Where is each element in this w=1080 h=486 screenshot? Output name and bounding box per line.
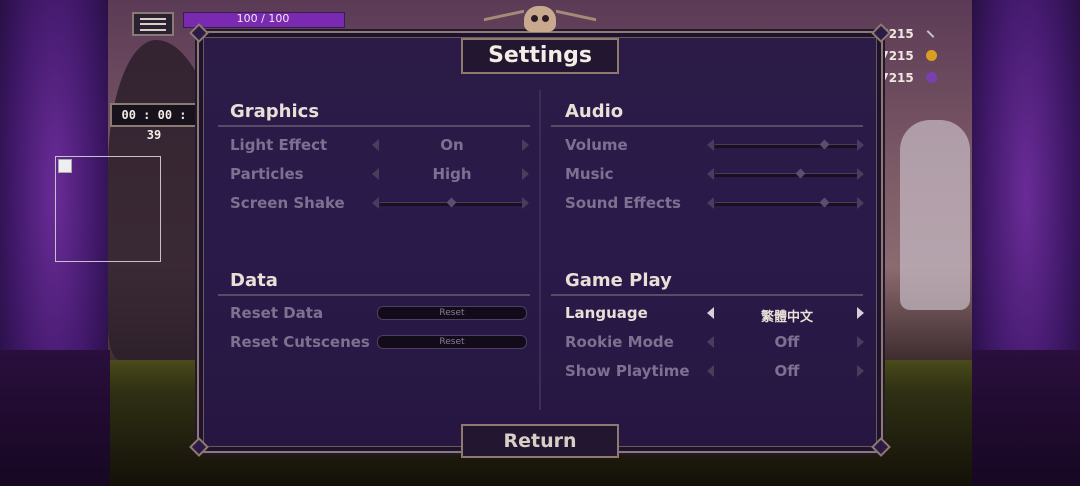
show-playtime-value: Off bbox=[774, 362, 800, 380]
language-value: 繁體中文 bbox=[760, 310, 813, 325]
language-prev-arrow-icon[interactable] bbox=[707, 307, 714, 319]
light-effect-value: On bbox=[440, 136, 464, 154]
reset-cutscenes-button[interactable]: Reset bbox=[377, 335, 527, 349]
rookie-mode-value: Off bbox=[774, 333, 800, 351]
section-rule bbox=[551, 294, 863, 296]
menu-line-icon bbox=[140, 28, 166, 31]
section-rule bbox=[551, 125, 863, 127]
section-rule bbox=[218, 125, 530, 127]
rookie-mode-label: Rookie Mode bbox=[565, 333, 674, 351]
light-effect-next-arrow-icon[interactable] bbox=[522, 139, 529, 151]
screen-shake-increase-arrow-icon[interactable] bbox=[522, 197, 529, 209]
music-label: Music bbox=[565, 165, 614, 183]
particles-value: High bbox=[432, 165, 472, 183]
section-heading-data: Data bbox=[230, 270, 278, 291]
music-decrease-arrow-icon[interactable] bbox=[707, 168, 714, 180]
light-effect-prev-arrow-icon[interactable] bbox=[372, 139, 379, 151]
volume-label: Volume bbox=[565, 136, 628, 154]
rock-pillar-background bbox=[900, 120, 970, 310]
health-text: 100 / 100 bbox=[236, 12, 290, 25]
particles-prev-arrow-icon[interactable] bbox=[372, 168, 379, 180]
volume-increase-arrow-icon[interactable] bbox=[857, 139, 864, 151]
screen-shake-label: Screen Shake bbox=[230, 194, 345, 212]
volume-decrease-arrow-icon[interactable] bbox=[707, 139, 714, 151]
sound-effects-decrease-arrow-icon[interactable] bbox=[707, 197, 714, 209]
menu-line-icon bbox=[140, 23, 166, 25]
broken-image-placeholder bbox=[55, 156, 161, 262]
language-label: Language bbox=[565, 304, 648, 322]
show-playtime-label: Show Playtime bbox=[565, 362, 690, 380]
section-heading-gameplay: Game Play bbox=[565, 270, 672, 291]
skull-icon bbox=[524, 6, 556, 32]
show-playtime-next-arrow-icon[interactable] bbox=[857, 365, 864, 377]
music-increase-arrow-icon[interactable] bbox=[857, 168, 864, 180]
rookie-mode-next-arrow-icon[interactable] bbox=[857, 336, 864, 348]
rookie-mode-prev-arrow-icon[interactable] bbox=[707, 336, 714, 348]
section-heading-graphics: Graphics bbox=[230, 101, 320, 122]
screen-shake-decrease-arrow-icon[interactable] bbox=[372, 197, 379, 209]
sound-effects-label: Sound Effects bbox=[565, 194, 681, 212]
music-slider[interactable] bbox=[715, 173, 857, 177]
column-divider bbox=[539, 90, 541, 410]
sound-effects-slider[interactable] bbox=[715, 202, 857, 206]
section-heading-audio: Audio bbox=[565, 101, 624, 122]
section-rule bbox=[218, 294, 530, 296]
broken-image-icon bbox=[58, 159, 72, 173]
show-playtime-prev-arrow-icon[interactable] bbox=[707, 365, 714, 377]
reset-data-label: Reset Data bbox=[230, 304, 324, 322]
return-button[interactable]: Return bbox=[461, 424, 619, 458]
right-ground-background bbox=[972, 350, 1080, 486]
particles-next-arrow-icon[interactable] bbox=[522, 168, 529, 180]
volume-slider[interactable] bbox=[715, 144, 857, 148]
light-effect-label: Light Effect bbox=[230, 136, 328, 154]
menu-line-icon bbox=[140, 17, 166, 20]
language-next-arrow-icon[interactable] bbox=[857, 307, 864, 319]
playtime-timer: 00 : 00 : 39 bbox=[110, 103, 198, 142]
page-title: Settings bbox=[488, 43, 592, 68]
particles-label: Particles bbox=[230, 165, 304, 183]
left-ground-background bbox=[0, 350, 110, 486]
purple-gem-icon bbox=[926, 72, 937, 83]
gold-coin-icon bbox=[926, 50, 937, 61]
sound-effects-increase-arrow-icon[interactable] bbox=[857, 197, 864, 209]
reset-data-button[interactable]: Reset bbox=[377, 306, 527, 320]
reset-cutscenes-label: Reset Cutscenes bbox=[230, 333, 370, 351]
menu-button[interactable] bbox=[132, 12, 174, 36]
